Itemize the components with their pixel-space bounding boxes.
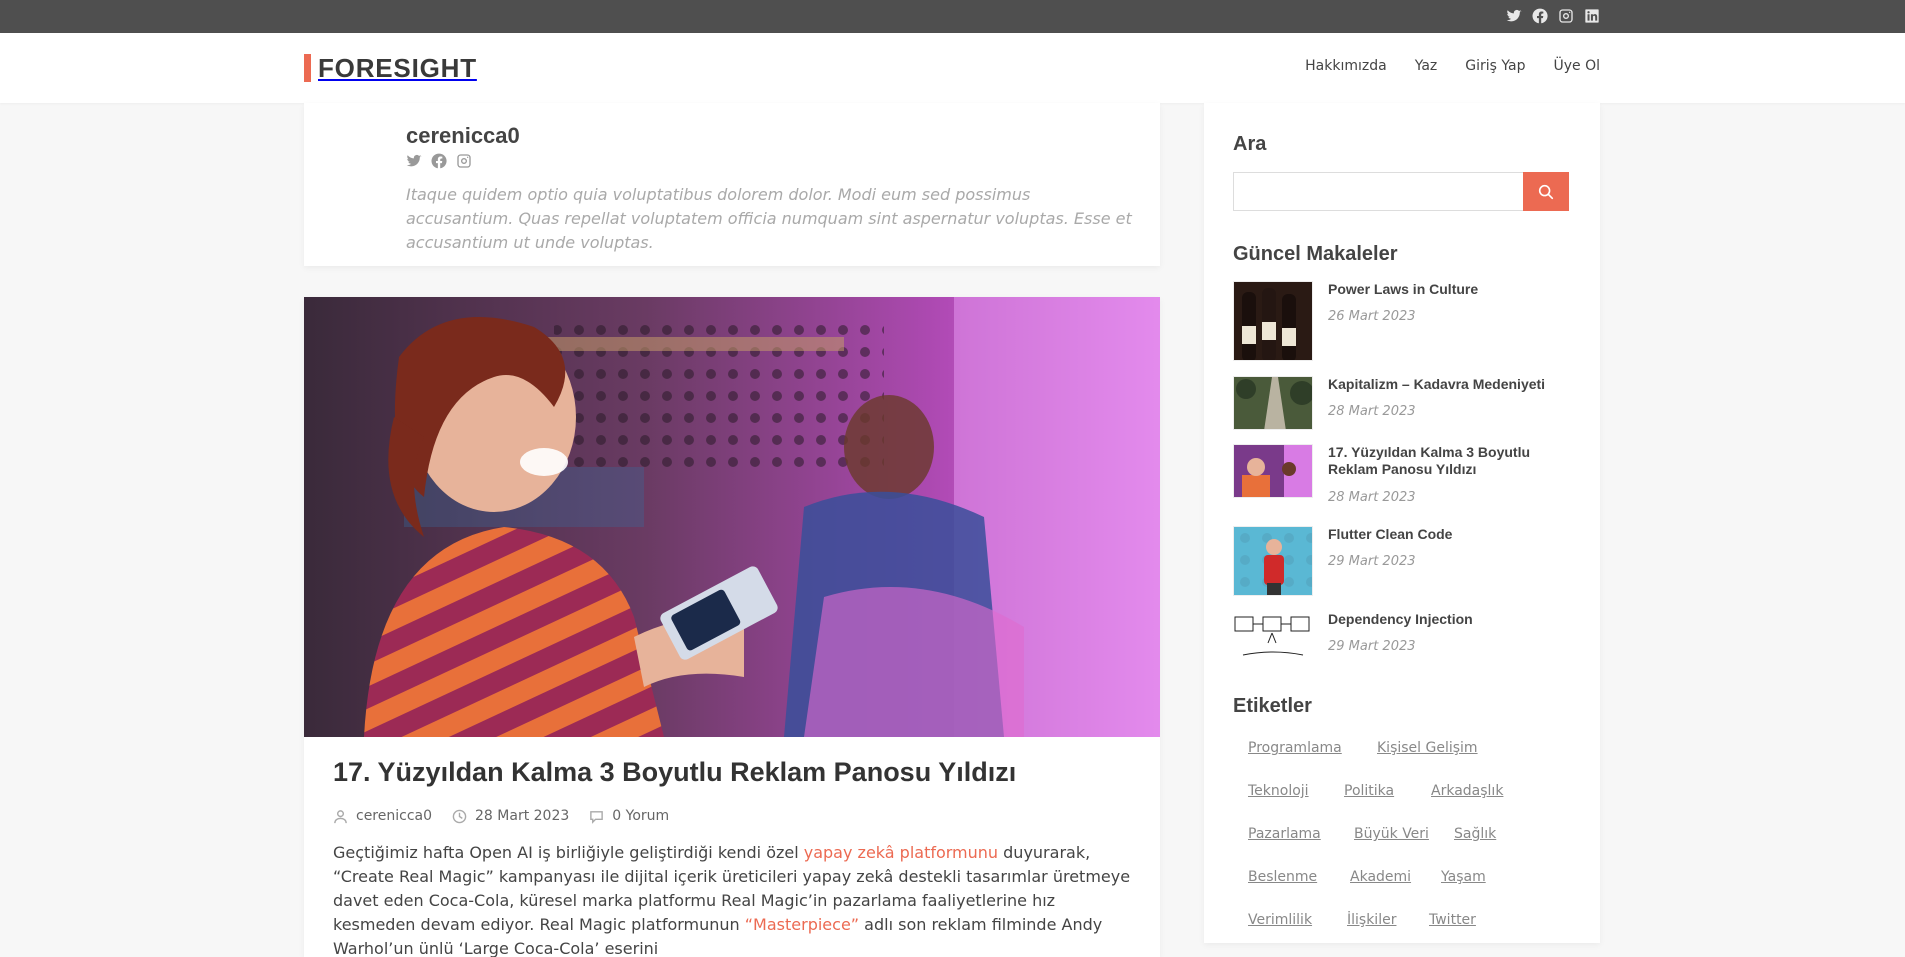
search-form <box>1233 172 1569 211</box>
author-card: cerenicca0 Itaque quidem optio quia volu… <box>304 103 1160 266</box>
search-button[interactable] <box>1523 172 1569 211</box>
recent-post-thumbnail[interactable] <box>1233 376 1313 430</box>
sidebar: Ara Güncel Makaleler Power Laws in Cultu… <box>1204 103 1600 943</box>
search-input[interactable] <box>1233 172 1523 211</box>
linkedin-icon[interactable] <box>1584 8 1600 24</box>
tag-relationships[interactable]: İlişkiler <box>1332 906 1411 934</box>
recent-post-thumbnail[interactable] <box>1233 526 1313 596</box>
post-featured-image[interactable] <box>304 297 1160 737</box>
post-author[interactable]: cerenicca0 <box>333 808 432 824</box>
search-icon <box>1538 184 1554 199</box>
logo-accent-bar <box>304 54 311 82</box>
excerpt-link-ai-platform[interactable]: yapay zekâ platformunu <box>804 843 998 862</box>
post-comments[interactable]: 0 Yorum <box>589 808 669 824</box>
recent-post-title[interactable]: Dependency Injection <box>1328 611 1568 628</box>
author-social-links <box>406 153 472 169</box>
excerpt-text-1: Geçtiğimiz hafta Open AI iş birliğiyle g… <box>333 843 804 862</box>
post-title[interactable]: 17. Yüzyıldan Kalma 3 Boyutlu Reklam Pan… <box>333 757 1133 788</box>
recent-posts-title: Güncel Makaleler <box>1233 243 1398 265</box>
tag-programming[interactable]: Programlama <box>1233 734 1357 762</box>
tag-academy[interactable]: Akademi <box>1335 863 1426 891</box>
top-social-links <box>1506 8 1600 24</box>
facebook-icon[interactable] <box>431 153 447 169</box>
tags-widget-title: Etiketler <box>1233 695 1312 717</box>
tag-productivity[interactable]: Verimlilik <box>1233 906 1327 934</box>
post-date-text: 28 Mart 2023 <box>475 808 570 824</box>
nav-register[interactable]: Üye Ol <box>1553 58 1600 74</box>
facebook-icon[interactable] <box>1532 8 1548 24</box>
tag-nutrition[interactable]: Beslenme <box>1233 863 1332 891</box>
top-bar <box>0 0 1905 33</box>
recent-post-thumbnail[interactable] <box>1233 444 1313 498</box>
recent-post-title[interactable]: Power Laws in Culture <box>1328 281 1568 298</box>
tag-life[interactable]: Yaşam <box>1426 863 1501 891</box>
recent-post-date: 29 Mart 2023 <box>1328 639 1416 654</box>
author-name[interactable]: cerenicca0 <box>406 123 520 149</box>
post-excerpt: Geçtiğimiz hafta Open AI iş birliğiyle g… <box>333 841 1133 957</box>
post-meta: cerenicca0 28 Mart 2023 0 Yorum <box>333 808 669 824</box>
tag-big-data[interactable]: Büyük Veri <box>1339 820 1444 848</box>
excerpt-link-masterpiece[interactable]: “Masterpiece” <box>745 915 859 934</box>
tag-friendship[interactable]: Arkadaşlık <box>1416 777 1518 805</box>
comment-icon <box>590 810 604 824</box>
recent-post-title[interactable]: 17. Yüzyıldan Kalma 3 Boyutlu Reklam Pan… <box>1328 444 1568 478</box>
author-bio: Itaque quidem optio quia voluptatibus do… <box>406 185 1132 252</box>
logo-text: FORESIGHT <box>318 52 477 83</box>
recent-post-title[interactable]: Kapitalizm – Kadavra Medeniyeti <box>1328 376 1568 393</box>
recent-post-thumbnail[interactable] <box>1233 281 1313 361</box>
main-nav: Hakkımızda Yaz Giriş Yap Üye Ol <box>1305 58 1600 74</box>
post-author-name: cerenicca0 <box>356 808 433 824</box>
twitter-icon[interactable] <box>406 153 422 169</box>
nav-write[interactable]: Yaz <box>1415 58 1438 74</box>
tag-personal-growth[interactable]: Kişisel Gelişim <box>1362 734 1493 762</box>
tag-politics[interactable]: Politika <box>1329 777 1409 805</box>
recent-post-date: 29 Mart 2023 <box>1328 554 1416 569</box>
nav-about[interactable]: Hakkımızda <box>1305 58 1387 74</box>
site-logo[interactable]: FORESIGHT <box>304 52 477 83</box>
tag-technology[interactable]: Teknoloji <box>1233 777 1324 805</box>
site-header: FORESIGHT Hakkımızda Yaz Giriş Yap Üye O… <box>0 33 1905 103</box>
search-widget-title: Ara <box>1233 133 1267 155</box>
post-comments-count: 0 Yorum <box>612 808 670 824</box>
recent-post-date: 28 Mart 2023 <box>1328 490 1416 505</box>
post-date: 28 Mart 2023 <box>452 808 569 824</box>
clock-icon <box>452 809 467 823</box>
nav-login[interactable]: Giriş Yap <box>1465 58 1525 74</box>
instagram-icon[interactable] <box>456 153 472 169</box>
tag-twitter[interactable]: Twitter <box>1414 906 1491 934</box>
recent-post-date: 26 Mart 2023 <box>1328 309 1416 324</box>
tag-health[interactable]: Sağlık <box>1439 820 1511 848</box>
twitter-icon[interactable] <box>1506 8 1522 24</box>
recent-post-title[interactable]: Flutter Clean Code <box>1328 526 1568 543</box>
recent-post-date: 28 Mart 2023 <box>1328 404 1416 419</box>
recent-post-thumbnail[interactable] <box>1233 611 1313 665</box>
tag-marketing[interactable]: Pazarlama <box>1233 820 1336 848</box>
instagram-icon[interactable] <box>1558 8 1574 24</box>
user-icon <box>334 809 347 823</box>
post-image-illustration <box>304 297 1160 737</box>
post-card: 17. Yüzyıldan Kalma 3 Boyutlu Reklam Pan… <box>304 297 1160 957</box>
